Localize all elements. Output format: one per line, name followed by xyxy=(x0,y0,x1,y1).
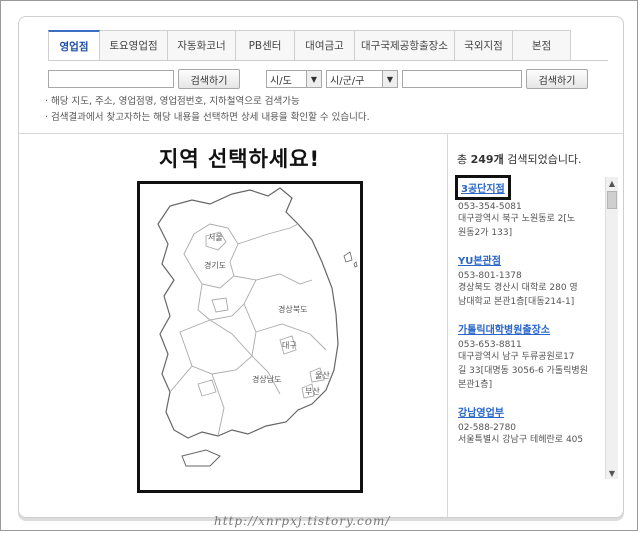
list-item: 3공단지점 053-354-5081 대구광역시 북구 노원동로 2[노 원동2… xyxy=(455,175,605,240)
map-title: 지역 선택하세요! xyxy=(159,147,321,171)
column-divider xyxy=(447,134,448,517)
tab-head-office[interactable]: 본점 xyxy=(513,30,571,61)
result-list: 3공단지점 053-354-5081 대구광역시 북구 노원동로 2[노 원동2… xyxy=(455,175,605,495)
note-line: · 검색결과에서 찾고자하는 해당 내용을 선택하면 상세 내용을 확인할 수 … xyxy=(45,112,370,123)
tab-safe-deposit[interactable]: 대여금고 xyxy=(295,30,355,61)
list-item: 강남영업부 02-588-2780 서울특별시 강남구 테헤란로 405 xyxy=(455,401,605,447)
branch-address: 대구광역시 북구 노원동로 2[노 xyxy=(458,214,576,224)
branch-phone: 053-801-1378 xyxy=(458,271,522,281)
branch-link[interactable]: 강남영업부 xyxy=(455,402,507,421)
tab-underline xyxy=(48,60,608,61)
branch-address: 경상북도 경산시 대학로 280 영 xyxy=(458,283,578,293)
branch-link[interactable]: 가톨릭대학병원출장소 xyxy=(455,319,553,338)
chevron-down-icon: ▼ xyxy=(382,71,397,87)
map-label-gyeonggi: 경기도 xyxy=(204,260,226,270)
branch-address: 길 33[대명동 3056-6 가톨릭병원 xyxy=(458,366,588,376)
branch-link[interactable]: YU본관점 xyxy=(455,250,504,269)
branch-link[interactable]: 3공단지점 xyxy=(455,175,511,200)
area-search-button[interactable]: 검색하기 xyxy=(526,69,588,89)
note-line: · 해당 지도, 주소, 영업점명, 영업점번호, 지하철역으로 검색가능 xyxy=(45,96,300,107)
branch-address: 본관1층] xyxy=(458,380,493,390)
tab-pb-center[interactable]: PB센터 xyxy=(236,30,295,61)
scroll-up-icon[interactable]: ▲ xyxy=(606,177,618,189)
map-label-daegu: 대구 xyxy=(282,341,297,350)
tab-branch[interactable]: 영업점 xyxy=(48,30,100,61)
branch-phone: 053-653-8811 xyxy=(458,340,522,350)
map-label-busan: 부산 xyxy=(305,386,320,396)
scroll-thumb[interactable] xyxy=(607,191,617,209)
result-count-prefix: 총 xyxy=(457,153,471,166)
branch-phone: 053-354-5081 xyxy=(458,202,522,212)
branch-finder-panel: 영업점 토요영업점 자동화코너 PB센터 대여금고 대구국제공항출장소 국외지점… xyxy=(18,16,624,518)
result-count-suffix: 검색되었습니다. xyxy=(503,153,582,166)
sido-select[interactable]: 시/도 ▼ xyxy=(266,70,322,88)
gungu-select-value: 시/군/구 xyxy=(330,75,365,87)
scroll-down-icon[interactable]: ▼ xyxy=(606,467,618,479)
tab-saturday-branch[interactable]: 토요영업점 xyxy=(100,30,168,61)
branch-phone: 02-588-2780 xyxy=(458,423,517,433)
tab-airport-office[interactable]: 대구국제공항출장소 xyxy=(355,30,455,61)
branch-address: 남대학교 본관1층[대동214-1] xyxy=(458,297,575,307)
list-item: YU본관점 053-801-1378 경상북도 경산시 대학로 280 영 남대… xyxy=(455,249,605,309)
tab-atm-corner[interactable]: 자동화코너 xyxy=(168,30,236,61)
branch-address: 대구광역시 남구 두류공원로17 xyxy=(458,352,575,362)
keyword-input[interactable] xyxy=(48,70,174,88)
tab-overseas-branch[interactable]: 국외지점 xyxy=(455,30,513,61)
branch-address: 서울특별시 강남구 테헤란로 405 xyxy=(458,435,584,445)
sido-select-value: 시/도 xyxy=(270,75,292,87)
search-notes: · 해당 지도, 주소, 영업점명, 영업점번호, 지하철역으로 검색가능 · … xyxy=(45,94,370,126)
map-label-ulsan: 울산 xyxy=(315,370,330,380)
tab-bar: 영업점 토요영업점 자동화코너 PB센터 대여금고 대구국제공항출장소 국외지점… xyxy=(48,30,571,61)
result-count: 총 249개 검색되었습니다. xyxy=(457,151,582,167)
area-search-input[interactable] xyxy=(402,70,522,88)
section-divider xyxy=(19,133,623,134)
search-row: 검색하기 시/도 ▼ 시/군/구 ▼ 검색하기 xyxy=(48,69,588,89)
map-label-gyeongnam: 경상남도 xyxy=(252,374,281,384)
branch-address: 원동2가 133] xyxy=(458,228,513,238)
gungu-select[interactable]: 시/군/구 ▼ xyxy=(326,70,398,88)
result-scrollbar[interactable]: ▲ ▼ xyxy=(605,177,618,479)
chevron-down-icon: ▼ xyxy=(306,71,321,87)
watermark: http://xnrpxj.tistory.com/ xyxy=(214,514,391,528)
map-label-seoul: 서울 xyxy=(208,233,223,242)
map-label-gyeongbuk: 경상북도 xyxy=(278,304,307,314)
result-count-number: 249개 xyxy=(470,153,504,166)
region-map[interactable]: 서울 경기도 경상북도 대구 울산 경상남도 부산 xyxy=(137,181,363,493)
list-item: 가톨릭대학병원출장소 053-653-8811 대구광역시 남구 두류공원로17… xyxy=(455,318,605,392)
search-button[interactable]: 검색하기 xyxy=(178,69,240,89)
korea-map-icon[interactable]: 서울 경기도 경상북도 대구 울산 경상남도 부산 xyxy=(140,184,360,490)
